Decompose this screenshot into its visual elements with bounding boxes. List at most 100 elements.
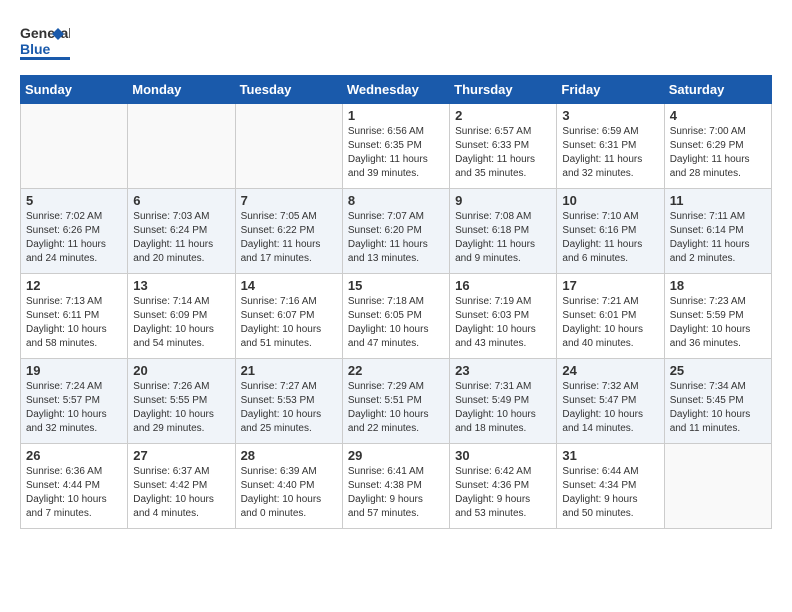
- day-info: Sunrise: 7:07 AM Sunset: 6:20 PM Dayligh…: [348, 210, 444, 266]
- calendar-cell: 3Sunrise: 6:59 AM Sunset: 6:31 PM Daylig…: [557, 104, 664, 189]
- day-number: 14: [241, 278, 337, 293]
- day-info: Sunrise: 6:36 AM Sunset: 4:44 PM Dayligh…: [26, 465, 122, 521]
- day-info: Sunrise: 7:23 AM Sunset: 5:59 PM Dayligh…: [670, 295, 766, 351]
- calendar-week-row: 1 Sunrise: 6:56 AM Sunset: 6:35 PM Daylig…: [21, 104, 772, 189]
- day-info: Sunrise: 7:29 AM Sunset: 5:51 PM Dayligh…: [348, 380, 444, 436]
- day-number: 13: [133, 278, 229, 293]
- day-info: Sunrise: 7:00 AM Sunset: 6:29 PM Dayligh…: [670, 125, 766, 181]
- day-number: 2: [455, 108, 551, 123]
- calendar-cell: 27 Sunrise: 6:37 AM Sunset: 4:42 PM Dayli…: [128, 444, 235, 529]
- day-number: 6: [133, 193, 229, 208]
- calendar-header-day: Tuesday: [235, 76, 342, 104]
- day-number: 17: [562, 278, 658, 293]
- calendar-cell: 10 Sunrise: 7:10 AM Sunset: 6:16 PM Dayli…: [557, 189, 664, 274]
- day-number: 5: [26, 193, 122, 208]
- day-number: 20: [133, 363, 229, 378]
- day-info: Sunrise: 7:13 AM Sunset: 6:11 PM Dayligh…: [26, 295, 122, 351]
- day-info: Sunrise: 6:42 AM Sunset: 4:36 PM Dayligh…: [455, 465, 551, 521]
- day-number: 16: [455, 278, 551, 293]
- day-number: 11: [670, 193, 766, 208]
- day-info: Sunrise: 7:11 AM Sunset: 6:14 PM Dayligh…: [670, 210, 766, 266]
- day-info: Sunrise: 7:21 AM Sunset: 6:01 PM Dayligh…: [562, 295, 658, 351]
- day-number: 22: [348, 363, 444, 378]
- calendar-cell: 9Sunrise: 7:08 AM Sunset: 6:18 PM Daylig…: [450, 189, 557, 274]
- calendar-header-day: Friday: [557, 76, 664, 104]
- calendar-cell: [235, 104, 342, 189]
- calendar-cell: 6 Sunrise: 7:03 AM Sunset: 6:24 PM Daylig…: [128, 189, 235, 274]
- day-info: Sunrise: 7:18 AM Sunset: 6:05 PM Dayligh…: [348, 295, 444, 351]
- day-info: Sunrise: 6:41 AM Sunset: 4:38 PM Dayligh…: [348, 465, 444, 521]
- day-number: 25: [670, 363, 766, 378]
- day-number: 21: [241, 363, 337, 378]
- calendar-week-row: 12 Sunrise: 7:13 AM Sunset: 6:11 PM Dayli…: [21, 274, 772, 359]
- calendar-cell: 29 Sunrise: 6:41 AM Sunset: 4:38 PM Dayli…: [342, 444, 449, 529]
- calendar-cell: [128, 104, 235, 189]
- calendar-cell: 18 Sunrise: 7:23 AM Sunset: 5:59 PM Dayli…: [664, 274, 771, 359]
- calendar-cell: 5 Sunrise: 7:02 AM Sunset: 6:26 PM Daylig…: [21, 189, 128, 274]
- calendar-cell: 12 Sunrise: 7:13 AM Sunset: 6:11 PM Dayli…: [21, 274, 128, 359]
- day-info: Sunrise: 7:03 AM Sunset: 6:24 PM Dayligh…: [133, 210, 229, 266]
- day-number: 7: [241, 193, 337, 208]
- day-info: Sunrise: 6:56 AM Sunset: 6:35 PM Dayligh…: [348, 125, 444, 181]
- day-info: Sunrise: 6:39 AM Sunset: 4:40 PM Dayligh…: [241, 465, 337, 521]
- calendar-cell: 15 Sunrise: 7:18 AM Sunset: 6:05 PM Dayli…: [342, 274, 449, 359]
- calendar-header-day: Thursday: [450, 76, 557, 104]
- day-info: Sunrise: 7:08 AM Sunset: 6:18 PM Dayligh…: [455, 210, 551, 266]
- day-number: 23: [455, 363, 551, 378]
- calendar-cell: 13 Sunrise: 7:14 AM Sunset: 6:09 PM Dayli…: [128, 274, 235, 359]
- day-number: 18: [670, 278, 766, 293]
- day-number: 24: [562, 363, 658, 378]
- calendar-cell: 21 Sunrise: 7:27 AM Sunset: 5:53 PM Dayli…: [235, 359, 342, 444]
- day-info: Sunrise: 7:14 AM Sunset: 6:09 PM Dayligh…: [133, 295, 229, 351]
- calendar-cell: [664, 444, 771, 529]
- day-info: Sunrise: 7:10 AM Sunset: 6:16 PM Dayligh…: [562, 210, 658, 266]
- calendar-cell: 16 Sunrise: 7:19 AM Sunset: 6:03 PM Dayli…: [450, 274, 557, 359]
- calendar-cell: [21, 104, 128, 189]
- day-info: Sunrise: 7:31 AM Sunset: 5:49 PM Dayligh…: [455, 380, 551, 436]
- calendar-cell: 23 Sunrise: 7:31 AM Sunset: 5:49 PM Dayli…: [450, 359, 557, 444]
- calendar-cell: 28Sunrise: 6:39 AM Sunset: 4:40 PM Dayli…: [235, 444, 342, 529]
- calendar-header-day: Saturday: [664, 76, 771, 104]
- day-info: Sunrise: 6:57 AM Sunset: 6:33 PM Dayligh…: [455, 125, 551, 181]
- day-info: Sunrise: 7:27 AM Sunset: 5:53 PM Dayligh…: [241, 380, 337, 436]
- day-info: Sunrise: 7:26 AM Sunset: 5:55 PM Dayligh…: [133, 380, 229, 436]
- day-number: 30: [455, 448, 551, 463]
- calendar-table: SundayMondayTuesdayWednesdayThursdayFrid…: [20, 75, 772, 529]
- calendar-cell: 22 Sunrise: 7:29 AM Sunset: 5:51 PM Dayli…: [342, 359, 449, 444]
- day-info: Sunrise: 7:19 AM Sunset: 6:03 PM Dayligh…: [455, 295, 551, 351]
- day-number: 1: [348, 108, 444, 123]
- day-info: Sunrise: 7:24 AM Sunset: 5:57 PM Dayligh…: [26, 380, 122, 436]
- calendar-cell: 1 Sunrise: 6:56 AM Sunset: 6:35 PM Daylig…: [342, 104, 449, 189]
- calendar-week-row: 26 Sunrise: 6:36 AM Sunset: 4:44 PM Dayli…: [21, 444, 772, 529]
- day-number: 31: [562, 448, 658, 463]
- day-number: 29: [348, 448, 444, 463]
- calendar-header-row: SundayMondayTuesdayWednesdayThursdayFrid…: [21, 76, 772, 104]
- day-number: 27: [133, 448, 229, 463]
- calendar-cell: 31 Sunrise: 6:44 AM Sunset: 4:34 PM Dayli…: [557, 444, 664, 529]
- day-info: Sunrise: 7:32 AM Sunset: 5:47 PM Dayligh…: [562, 380, 658, 436]
- calendar-header-day: Monday: [128, 76, 235, 104]
- day-number: 12: [26, 278, 122, 293]
- calendar-cell: 17 Sunrise: 7:21 AM Sunset: 6:01 PM Dayli…: [557, 274, 664, 359]
- day-number: 4: [670, 108, 766, 123]
- day-info: Sunrise: 6:59 AM Sunset: 6:31 PM Dayligh…: [562, 125, 658, 181]
- calendar-header-day: Sunday: [21, 76, 128, 104]
- day-number: 15: [348, 278, 444, 293]
- calendar-cell: 8 Sunrise: 7:07 AM Sunset: 6:20 PM Daylig…: [342, 189, 449, 274]
- logo-svg: General Blue: [20, 20, 70, 65]
- day-info: Sunrise: 7:02 AM Sunset: 6:26 PM Dayligh…: [26, 210, 122, 266]
- day-info: Sunrise: 7:05 AM Sunset: 6:22 PM Dayligh…: [241, 210, 337, 266]
- calendar-cell: 30 Sunrise: 6:42 AM Sunset: 4:36 PM Dayli…: [450, 444, 557, 529]
- day-info: Sunrise: 6:37 AM Sunset: 4:42 PM Dayligh…: [133, 465, 229, 521]
- calendar-cell: 4 Sunrise: 7:00 AM Sunset: 6:29 PM Daylig…: [664, 104, 771, 189]
- calendar-cell: 26 Sunrise: 6:36 AM Sunset: 4:44 PM Dayli…: [21, 444, 128, 529]
- day-info: Sunrise: 7:34 AM Sunset: 5:45 PM Dayligh…: [670, 380, 766, 436]
- calendar-cell: 20 Sunrise: 7:26 AM Sunset: 5:55 PM Dayli…: [128, 359, 235, 444]
- day-number: 26: [26, 448, 122, 463]
- day-number: 8: [348, 193, 444, 208]
- calendar-week-row: 19Sunrise: 7:24 AM Sunset: 5:57 PM Dayli…: [21, 359, 772, 444]
- day-info: Sunrise: 6:44 AM Sunset: 4:34 PM Dayligh…: [562, 465, 658, 521]
- page-header: General Blue: [20, 20, 772, 65]
- logo: General Blue: [20, 20, 70, 65]
- day-number: 10: [562, 193, 658, 208]
